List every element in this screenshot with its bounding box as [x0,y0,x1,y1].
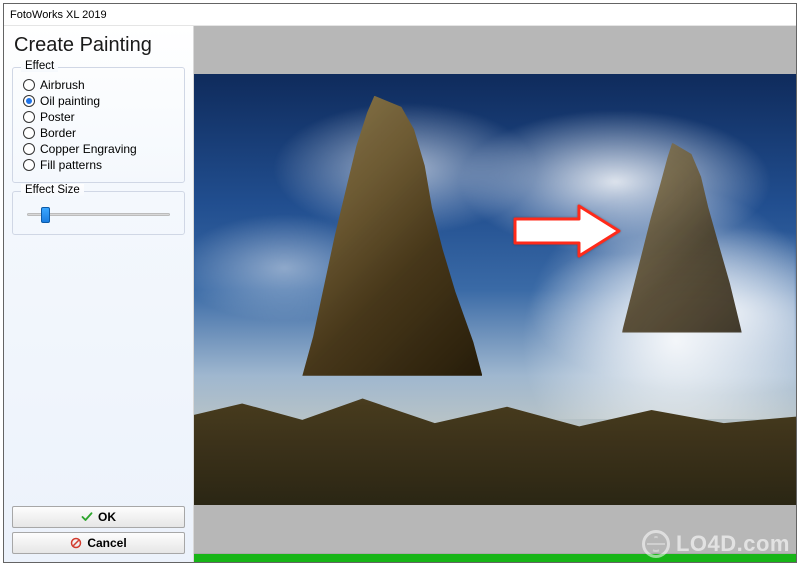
progress-bar [194,553,796,562]
radio-icon [23,143,35,155]
content: Create Painting Effect Airbrush Oil pain… [4,26,796,562]
app-window: FotoWorks XL 2019 Create Painting Effect… [3,3,797,563]
painting-canvas [194,74,796,505]
radio-label: Copper Engraving [40,142,137,156]
slider-thumb[interactable] [41,207,50,223]
radio-icon [23,79,35,91]
cancel-icon [70,537,82,549]
radio-fill-patterns[interactable]: Fill patterns [23,158,174,172]
radio-label: Oil painting [40,94,100,108]
radio-border[interactable]: Border [23,126,174,140]
effect-size-group: Effect Size [12,191,185,235]
radio-oil-painting[interactable]: Oil painting [23,94,174,108]
ok-button[interactable]: OK [12,506,185,528]
radio-poster[interactable]: Poster [23,110,174,124]
radio-label: Border [40,126,76,140]
dialog-buttons: OK Cancel [12,506,185,554]
radio-icon [23,127,35,139]
radio-icon [23,111,35,123]
radio-label: Fill patterns [40,158,102,172]
effect-size-slider[interactable] [27,206,170,224]
radio-label: Airbrush [40,78,85,92]
radio-airbrush[interactable]: Airbrush [23,78,174,92]
ok-label: OK [98,510,116,524]
progress-fill [194,554,796,562]
page-title: Create Painting [14,34,185,57]
radio-icon [23,159,35,171]
effect-legend: Effect [21,60,58,72]
radio-icon [23,95,35,107]
cancel-button[interactable]: Cancel [12,532,185,554]
preview-panel [194,26,796,562]
titlebar[interactable]: FotoWorks XL 2019 [4,4,796,26]
radio-label: Poster [40,110,75,124]
check-icon [81,511,93,523]
arrow-icon [513,203,623,259]
radio-copper-engraving[interactable]: Copper Engraving [23,142,174,156]
window-title: FotoWorks XL 2019 [10,9,107,21]
effect-group: Effect Airbrush Oil painting Poster Bord… [12,67,185,183]
effect-size-legend: Effect Size [21,184,84,196]
cancel-label: Cancel [87,536,126,550]
sidebar: Create Painting Effect Airbrush Oil pain… [4,26,194,562]
preview-image [194,26,796,553]
